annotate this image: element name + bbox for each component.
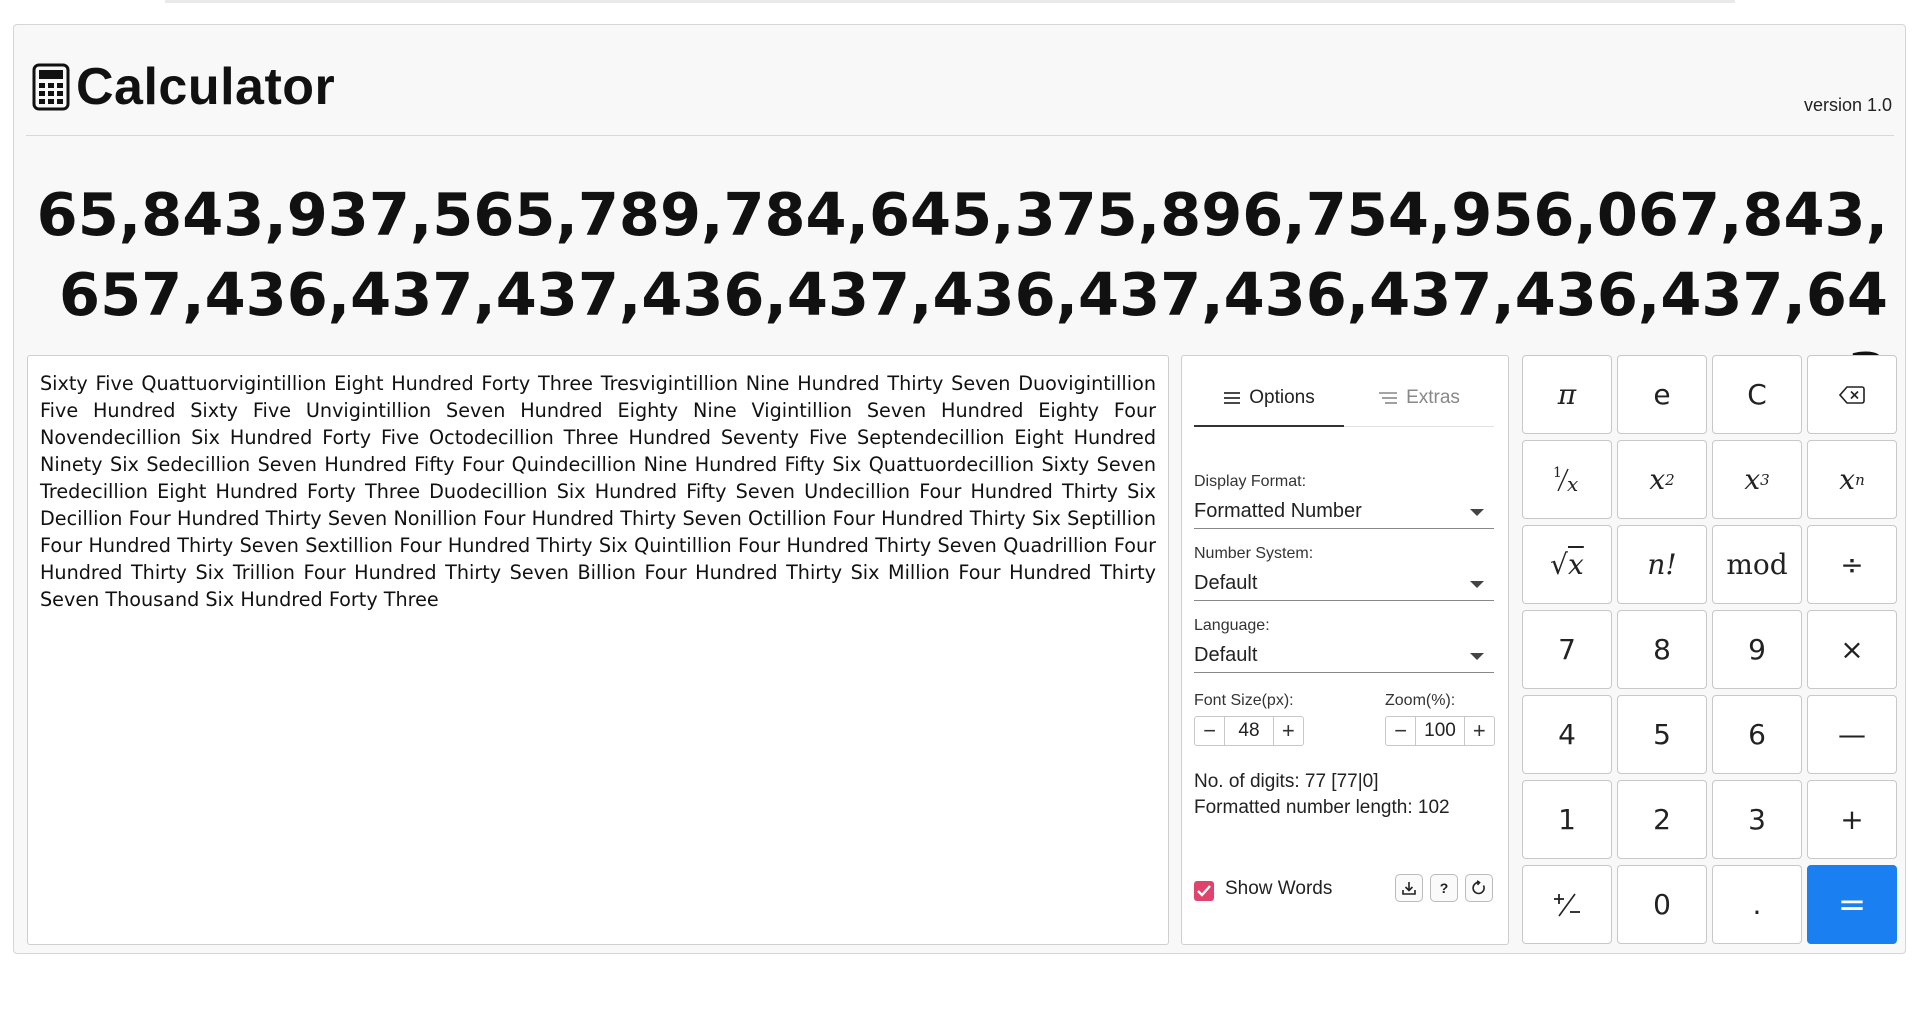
font-size-label: Font Size(px): [1194,692,1294,709]
font-size-decrement-button[interactable]: − [1195,717,1224,745]
digit-6-button[interactable]: 6 [1712,695,1802,774]
decimal-point-button[interactable]: . [1712,865,1802,944]
digit-5-button[interactable]: 5 [1617,695,1707,774]
power-exponent: n [1855,470,1865,489]
tab-options[interactable]: Options [1194,370,1344,427]
download-icon [1402,882,1416,895]
digit-7-button[interactable]: 7 [1522,610,1612,689]
digit-2-button[interactable]: 2 [1617,780,1707,859]
digit-9-button[interactable]: 9 [1712,610,1802,689]
negate-button[interactable] [1522,865,1612,944]
language-select[interactable]: Default [1194,638,1494,673]
square-exponent: 2 [1665,470,1675,489]
options-tabs: Options Extras [1194,370,1494,427]
app-title: Calculator [76,58,336,116]
digit-1-button[interactable]: 1 [1522,780,1612,859]
reset-button[interactable] [1465,874,1493,902]
menu-icon [1224,391,1241,404]
filter-lines-icon [1379,392,1398,404]
mod-button[interactable]: mod [1712,525,1802,604]
version-label: version 1.0 [1803,95,1892,115]
zoom-label: Zoom(%): [1385,692,1456,709]
language-value: Default [1194,644,1258,666]
show-words-label: Show Words [1225,878,1333,899]
chevron-down-icon [1470,653,1484,660]
add-button[interactable]: + [1807,780,1897,859]
keypad: π e C 1 x x2 x3 xn √ x n! mod ÷ 7 8 9 × … [1522,355,1897,945]
factorial-button[interactable]: n! [1617,525,1707,604]
power-button[interactable]: xn [1807,440,1897,519]
zoom-increment-button[interactable]: + [1465,717,1494,745]
number-system-label: Number System: [1194,545,1314,562]
font-size-increment-button[interactable]: + [1274,717,1303,745]
digit-8-button[interactable]: 8 [1617,610,1707,689]
checkmark-icon [1197,885,1211,897]
reciprocal-button[interactable]: 1 x [1522,440,1612,519]
calculator-icon [32,63,70,111]
reciprocal-icon: 1 x [1553,465,1578,496]
options-panel: Options Extras Display Format: Formatted… [1181,355,1509,945]
refresh-icon [1472,880,1485,895]
display-format-label: Display Format: [1194,473,1307,490]
download-button[interactable] [1395,874,1423,902]
number-words-panel: Sixty Five Quattuorvigintillion Eight Hu… [27,355,1169,945]
square-button[interactable]: x2 [1617,440,1707,519]
digit-0-button[interactable]: 0 [1617,865,1707,944]
tab-extras[interactable]: Extras [1344,370,1494,426]
display-format-value: Formatted Number [1194,500,1362,522]
chevron-down-icon [1470,509,1484,516]
sqrt-sign: √ [1550,548,1569,581]
plus-minus-icon [1554,893,1580,916]
power-base: x [1839,463,1856,496]
display-format-select[interactable]: Formatted Number [1194,494,1494,529]
chevron-down-icon [1470,581,1484,588]
pi-button[interactable]: π [1522,355,1612,434]
equals-button[interactable]: = [1807,865,1897,944]
zoom-decrement-button[interactable]: − [1386,717,1415,745]
number-system-select[interactable]: Default [1194,566,1494,601]
divide-button[interactable]: ÷ [1807,525,1897,604]
digits-info: No. of digits: 77 [77|0] [1194,771,1379,792]
digit-4-button[interactable]: 4 [1522,695,1612,774]
sqrt-argument: x [1568,548,1584,581]
backspace-icon [1839,385,1865,404]
tab-options-label: Options [1249,386,1315,408]
e-button[interactable]: e [1617,355,1707,434]
number-system-value: Default [1194,572,1258,594]
font-size-stepper: − 48 + [1194,716,1304,746]
backspace-button[interactable] [1807,355,1897,434]
tab-extras-label: Extras [1406,387,1460,408]
svg-text:x: x [1567,472,1578,496]
font-size-value[interactable]: 48 [1224,717,1274,745]
zoom-stepper: − 100 + [1385,716,1495,746]
language-label: Language: [1194,617,1270,634]
cube-base: x [1744,463,1761,496]
svg-text:1: 1 [1553,465,1562,481]
multiply-button[interactable]: × [1807,610,1897,689]
help-button[interactable]: ? [1430,874,1458,902]
square-base: x [1649,463,1666,496]
sqrt-button[interactable]: √ x [1522,525,1612,604]
header: Calculator version 1.0 [26,39,1894,136]
calculator-app: Calculator version 1.0 65,843,937,565,78… [13,24,1906,954]
cube-exponent: 3 [1760,470,1770,489]
cube-button[interactable]: x3 [1712,440,1802,519]
length-info: Formatted number length: 102 [1194,797,1450,818]
digit-3-button[interactable]: 3 [1712,780,1802,859]
top-border [165,0,1735,3]
show-words-checkbox[interactable] [1194,881,1214,901]
clear-button[interactable]: C [1712,355,1802,434]
zoom-value[interactable]: 100 [1415,717,1465,745]
subtract-button[interactable]: — [1807,695,1897,774]
